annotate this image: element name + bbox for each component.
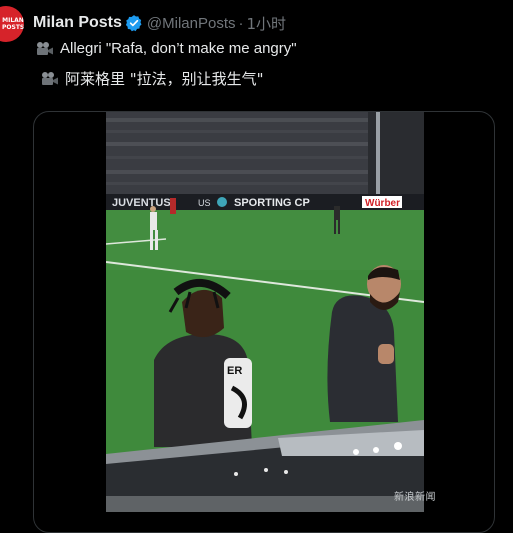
timestamp[interactable]: 1小时 bbox=[247, 13, 287, 34]
tweet-text-line-1: Allegri "Rafa, don’t make me angry" bbox=[35, 38, 297, 58]
avatar[interactable]: MILAN POSTS bbox=[0, 6, 24, 42]
media-card[interactable]: JUVENTUS US SPORTING CP Würber ER bbox=[33, 111, 495, 533]
banner-text: SPORTING CP bbox=[234, 197, 310, 209]
author-handle[interactable]: @MilanPosts bbox=[147, 15, 236, 32]
shirt-text: ER bbox=[227, 365, 242, 377]
tweet-header: Milan Posts @MilanPosts · 1小时 bbox=[33, 12, 286, 34]
movie-camera-icon bbox=[35, 41, 54, 56]
avatar-text: MILAN POSTS bbox=[2, 17, 24, 31]
video-player[interactable]: JUVENTUS US SPORTING CP Würber ER bbox=[106, 112, 424, 512]
watermark: 新浪新闻 bbox=[394, 492, 436, 503]
banner-text: US bbox=[198, 198, 211, 208]
verified-badge-icon bbox=[125, 14, 143, 32]
tweet-text-line-2: 阿莱格里 "拉法，别让我生气" bbox=[40, 68, 264, 88]
tweet-text-english: Allegri "Rafa, don’t make me angry" bbox=[60, 39, 297, 57]
banner-text: JUVENTUS bbox=[112, 197, 171, 209]
tweet-text-chinese: 阿莱格里 "拉法，别让我生气" bbox=[65, 69, 264, 88]
author-name[interactable]: Milan Posts bbox=[33, 14, 122, 32]
separator: · bbox=[238, 14, 244, 32]
banner-text: Würber bbox=[365, 198, 400, 209]
movie-camera-icon bbox=[40, 71, 59, 86]
